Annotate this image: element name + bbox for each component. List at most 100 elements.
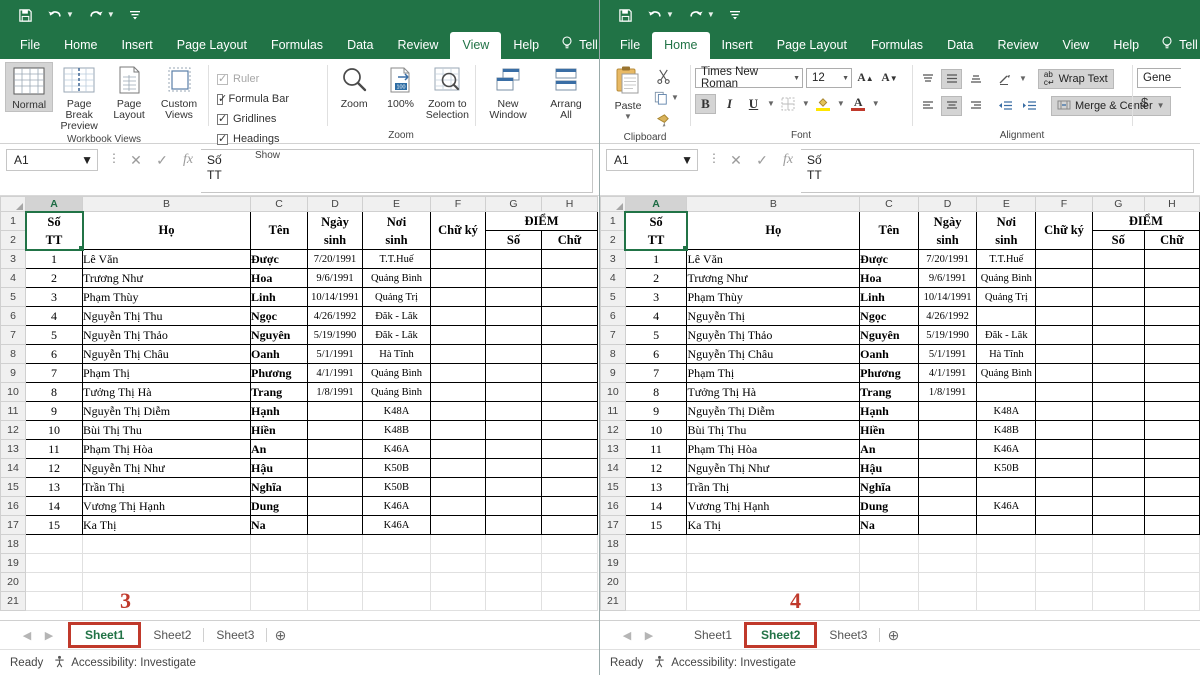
- cell-diem-chu[interactable]: [1144, 421, 1199, 440]
- undo-dropdown-caret[interactable]: ▼: [666, 11, 674, 19]
- cell-empty[interactable]: [486, 554, 542, 573]
- align-middle-icon[interactable]: [941, 69, 962, 89]
- confirm-icon[interactable]: ✓: [149, 149, 175, 171]
- cell-empty[interactable]: [542, 554, 598, 573]
- cell-diem-chu[interactable]: [1144, 250, 1199, 269]
- customize-quick-access-icon[interactable]: [129, 9, 141, 21]
- row-header-21[interactable]: 21: [1, 592, 26, 611]
- row-header-4[interactable]: 4: [1, 269, 26, 288]
- ribbon-tab-page-layout[interactable]: Page Layout: [165, 32, 259, 59]
- row-header-3[interactable]: 3: [1, 250, 26, 269]
- cell-noisinh[interactable]: Hà Tĩnh: [363, 345, 431, 364]
- column-header-B[interactable]: B: [83, 197, 251, 212]
- cell-diem-so[interactable]: [1092, 516, 1144, 535]
- cell-ten[interactable]: Được: [860, 250, 919, 269]
- row-header-19[interactable]: 19: [601, 554, 626, 573]
- cell-diem-chu[interactable]: [1144, 459, 1199, 478]
- cell-ten[interactable]: Oanh: [860, 345, 919, 364]
- cell-A1-stt[interactable]: Số TT: [26, 212, 83, 250]
- cell-diem-chu[interactable]: [1144, 402, 1199, 421]
- cell-diem-so[interactable]: [486, 478, 542, 497]
- cell-empty[interactable]: [1144, 573, 1199, 592]
- cell-diem-chu[interactable]: [542, 440, 598, 459]
- next-sheet-arrow-icon[interactable]: ▶: [638, 629, 660, 642]
- cell-empty[interactable]: [860, 554, 919, 573]
- cell-empty[interactable]: [26, 535, 83, 554]
- cell-diem-chu[interactable]: [542, 478, 598, 497]
- cell-ho[interactable]: Phạm Thị: [687, 364, 860, 383]
- copy-dropdown-caret[interactable]: ▼: [668, 94, 679, 102]
- row-header-16[interactable]: 16: [601, 497, 626, 516]
- sheet-tab-sheet1[interactable]: Sheet1: [682, 624, 744, 646]
- cell-noisinh[interactable]: Quảng Bình: [977, 364, 1036, 383]
- orientation-icon[interactable]: [995, 69, 1016, 89]
- increase-font-size-icon[interactable]: A▲: [855, 68, 876, 88]
- column-header-F[interactable]: F: [431, 197, 486, 212]
- name-box[interactable]: A1 ▼: [6, 149, 98, 171]
- add-sheet-icon[interactable]: ⊕: [880, 627, 906, 644]
- cell-diem-so[interactable]: [1092, 497, 1144, 516]
- cell-ho[interactable]: Nguyễn Thị Như: [687, 459, 860, 478]
- italic-button[interactable]: I: [719, 94, 740, 114]
- cell-chuky[interactable]: [1036, 307, 1093, 326]
- fill-color-caret-icon[interactable]: ▼: [837, 100, 845, 108]
- cell-stt[interactable]: 14: [625, 497, 687, 516]
- cell-empty[interactable]: [1144, 535, 1199, 554]
- row-header-8[interactable]: 8: [1, 345, 26, 364]
- cell-ho[interactable]: Nguyễn Thị Thảo: [687, 326, 860, 345]
- cell-ngaysinh[interactable]: 7/20/1991: [308, 250, 363, 269]
- font-size-select[interactable]: 12 ▼: [806, 68, 852, 88]
- decrease-indent-icon[interactable]: [995, 96, 1016, 116]
- cell-empty[interactable]: [363, 592, 431, 611]
- cell-ten[interactable]: Hiền: [251, 421, 308, 440]
- cell-stt[interactable]: 15: [625, 516, 687, 535]
- cell-ho[interactable]: Trần Thị: [83, 478, 251, 497]
- cell-stt[interactable]: 9: [625, 402, 687, 421]
- cell-stt[interactable]: 1: [26, 250, 83, 269]
- cell-noisinh[interactable]: Quảng Trị: [977, 288, 1036, 307]
- cell-noisinh[interactable]: Quảng Bình: [363, 383, 431, 402]
- ribbon-tab-data[interactable]: Data: [935, 32, 985, 59]
- cell-noisinh[interactable]: [977, 383, 1036, 402]
- cell-noisinh[interactable]: K50B: [363, 459, 431, 478]
- cell-chuky[interactable]: [1036, 459, 1093, 478]
- ribbon-tab-file[interactable]: File: [608, 32, 652, 59]
- cell-empty[interactable]: [977, 535, 1036, 554]
- column-header-C[interactable]: C: [251, 197, 308, 212]
- cell-empty[interactable]: [83, 535, 251, 554]
- cell-ten[interactable]: Hậu: [860, 459, 919, 478]
- currency-format-icon[interactable]: $: [1137, 92, 1158, 112]
- cell-G1-diem[interactable]: ĐIỂM: [1092, 212, 1199, 231]
- row-header-12[interactable]: 12: [1, 421, 26, 440]
- cell-ten[interactable]: Trang: [860, 383, 919, 402]
- row-header-2[interactable]: 2: [1, 231, 26, 250]
- font-family-caret-icon[interactable]: ▼: [789, 75, 800, 82]
- cell-ten[interactable]: Hạnh: [251, 402, 308, 421]
- row-header-7[interactable]: 7: [1, 326, 26, 345]
- cell-empty[interactable]: [625, 592, 687, 611]
- borders-icon[interactable]: [778, 94, 799, 114]
- cell-noisinh[interactable]: Quảng Bình: [363, 364, 431, 383]
- cell-empty[interactable]: [83, 573, 251, 592]
- cell-noisinh[interactable]: K48B: [977, 421, 1036, 440]
- cell-ten[interactable]: Dung: [251, 497, 308, 516]
- cell-noisinh[interactable]: T.T.Huế: [977, 250, 1036, 269]
- tell-me-box[interactable]: Tell me: [1151, 31, 1200, 59]
- cell-empty[interactable]: [1092, 554, 1144, 573]
- cell-noisinh[interactable]: K48B: [363, 421, 431, 440]
- cell-ngaysinh[interactable]: [918, 440, 977, 459]
- cell-noisinh[interactable]: K46A: [363, 516, 431, 535]
- font-size-caret-icon[interactable]: ▼: [838, 75, 849, 82]
- cell-diem-so[interactable]: [1092, 421, 1144, 440]
- align-center-icon[interactable]: [941, 96, 962, 116]
- cell-diem-so[interactable]: [1092, 345, 1144, 364]
- cell-stt[interactable]: 6: [26, 345, 83, 364]
- cell-empty[interactable]: [918, 554, 977, 573]
- arrange-all-button[interactable]: Arrang All: [538, 62, 594, 121]
- cell-noisinh[interactable]: Đăk - Lăk: [977, 326, 1036, 345]
- cell-ho[interactable]: Nguyễn Thị Thảo: [83, 326, 251, 345]
- cell-empty[interactable]: [1092, 573, 1144, 592]
- cell-chuky[interactable]: [431, 383, 486, 402]
- cell-ho[interactable]: Nguyễn Thị Diễm: [687, 402, 860, 421]
- fx-icon[interactable]: fx: [175, 149, 201, 171]
